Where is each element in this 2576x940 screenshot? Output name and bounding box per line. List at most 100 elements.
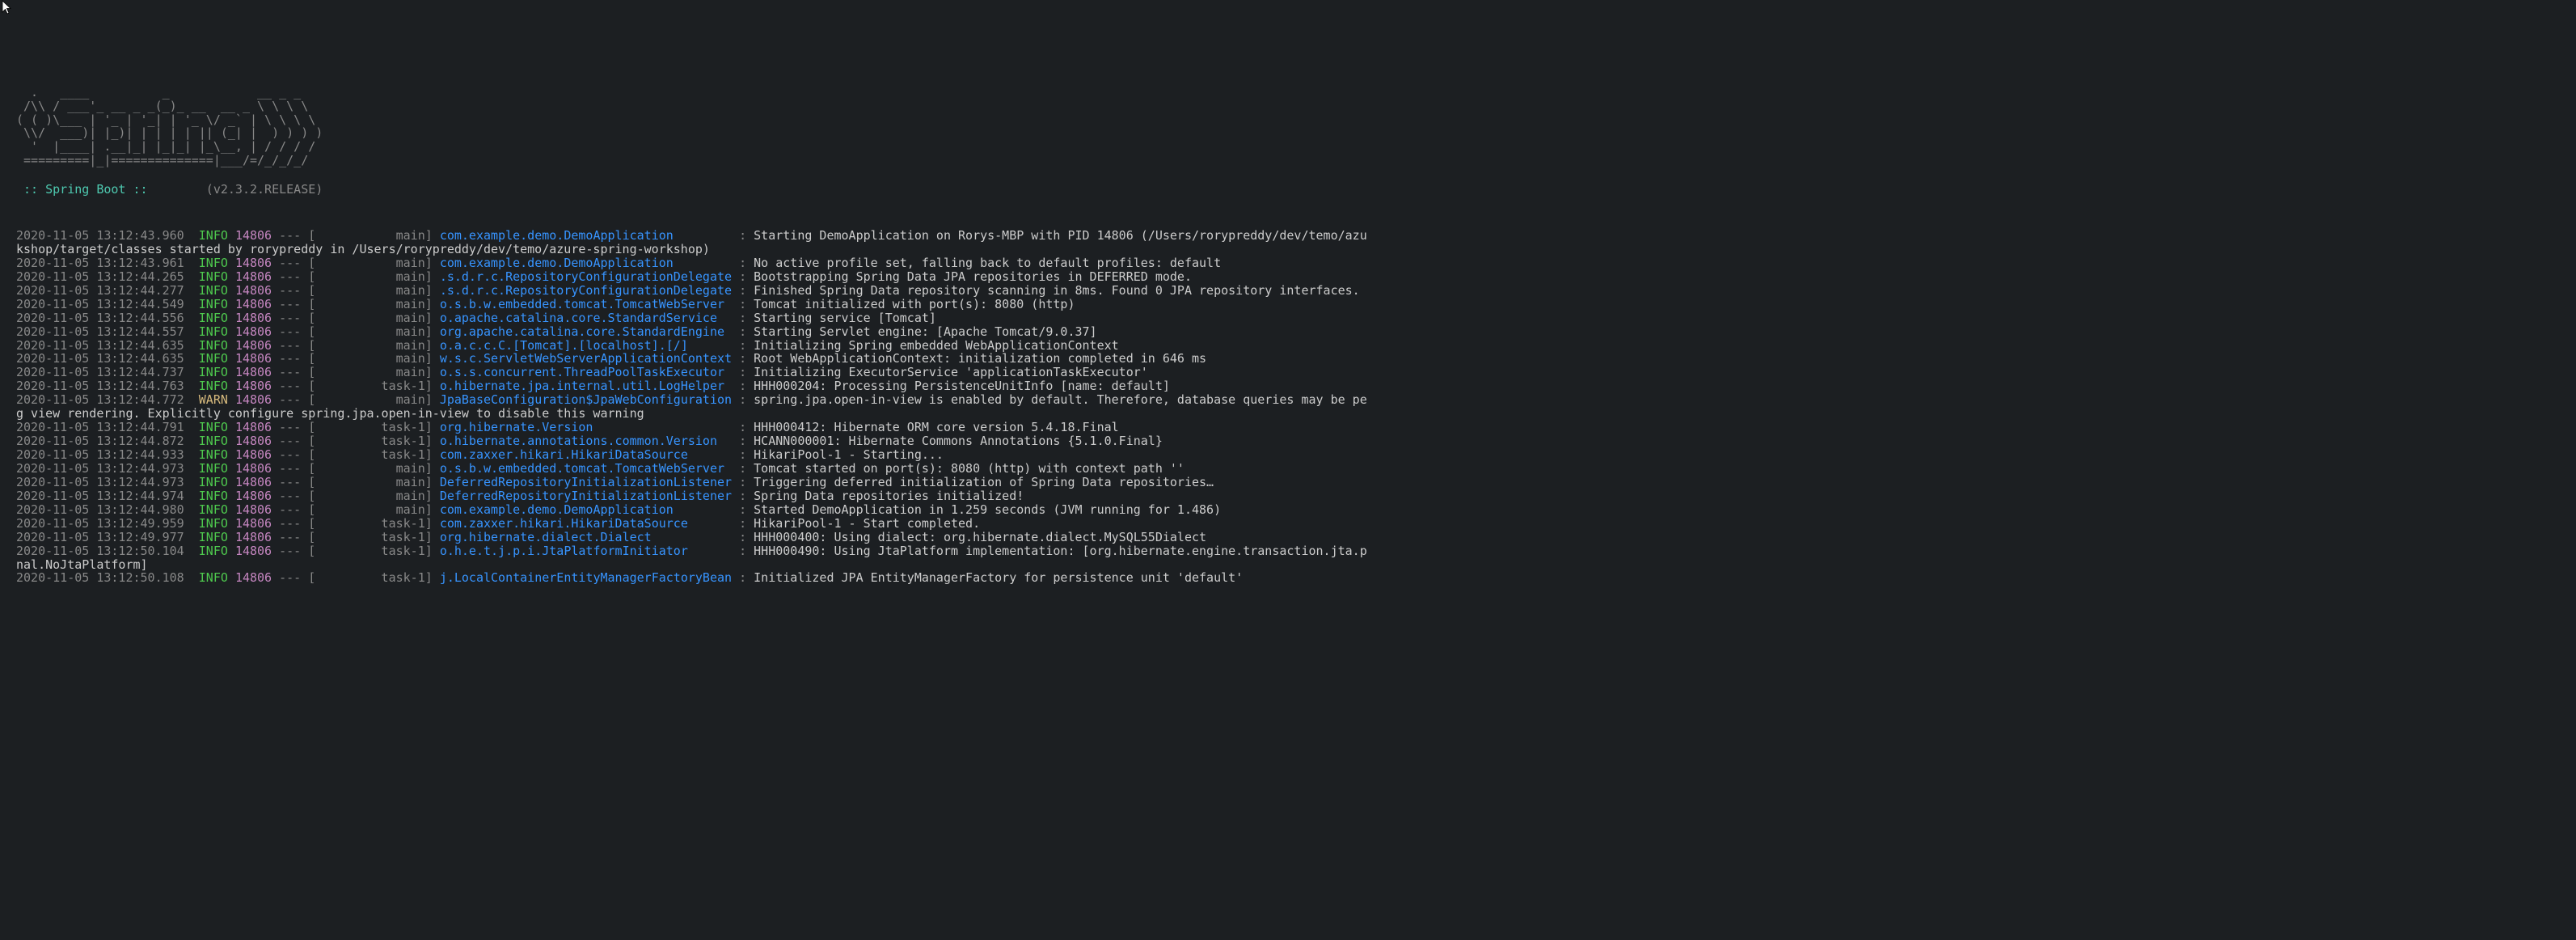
log-message: Tomcat initialized with port(s): 8080 (h… <box>754 297 1075 311</box>
log-message: Finished Spring Data repository scanning… <box>754 283 1360 298</box>
log-pid: 14806 <box>235 570 272 585</box>
log-level: INFO <box>199 297 235 311</box>
log-pid: 14806 <box>235 269 272 284</box>
log-pid: 14806 <box>235 447 272 462</box>
log-message: spring.jpa.open-in-view is enabled by de… <box>754 392 1367 407</box>
log-logger: DeferredRepositoryInitializationListener <box>440 489 732 503</box>
log-logger: o.s.b.w.embedded.tomcat.TomcatWebServer <box>440 297 732 311</box>
log-level: INFO <box>199 324 235 339</box>
log-message: Root WebApplicationContext: initializati… <box>754 351 1206 366</box>
log-level: INFO <box>199 351 235 366</box>
log-thread: [ task-1] <box>308 516 440 531</box>
mouse-cursor-icon <box>2 0 13 16</box>
log-logger: org.hibernate.Version <box>440 420 732 434</box>
log-line: 2020-11-05 13:12:44.557 INFO 14806 --- [… <box>16 325 2576 339</box>
log-logger: com.zaxxer.hikari.HikariDataSource <box>440 516 732 531</box>
log-timestamp: 2020-11-05 13:12:43.961 <box>16 256 199 270</box>
log-thread: [ main] <box>308 311 440 325</box>
log-timestamp: 2020-11-05 13:12:44.635 <box>16 338 199 353</box>
log-thread: [ main] <box>308 338 440 353</box>
log-pid: 14806 <box>235 420 272 434</box>
log-pid: 14806 <box>235 379 272 393</box>
log-message: Tomcat started on port(s): 8080 (http) w… <box>754 461 1185 476</box>
log-level: INFO <box>199 420 235 434</box>
log-message: Starting Servlet engine: [Apache Tomcat/… <box>754 324 1096 339</box>
log-logger: o.h.e.t.j.p.i.JtaPlatformInitiator <box>440 544 732 558</box>
log-thread: [ main] <box>308 324 440 339</box>
log-message: HHH000204: Processing PersistenceUnitInf… <box>754 379 1170 393</box>
log-pid: 14806 <box>235 297 272 311</box>
log-thread: [ task-1] <box>308 530 440 544</box>
log-pid: 14806 <box>235 544 272 558</box>
log-thread: [ main] <box>308 365 440 379</box>
log-level: INFO <box>199 269 235 284</box>
log-thread: [ main] <box>308 489 440 503</box>
log-line: 2020-11-05 13:12:44.772 WARN 14806 --- [… <box>16 393 2576 407</box>
log-timestamp: 2020-11-05 13:12:44.973 <box>16 461 199 476</box>
log-message: Bootstrapping Spring Data JPA repositori… <box>754 269 1192 284</box>
log-timestamp: 2020-11-05 13:12:49.977 <box>16 530 199 544</box>
log-pid: 14806 <box>235 475 272 489</box>
log-logger: o.hibernate.jpa.internal.util.LogHelper <box>440 379 732 393</box>
banner-version: (v2.3.2.RELEASE) <box>155 182 323 197</box>
log-timestamp: 2020-11-05 13:12:44.277 <box>16 283 199 298</box>
log-level: INFO <box>199 365 235 379</box>
log-level: INFO <box>199 475 235 489</box>
log-timestamp: 2020-11-05 13:12:44.557 <box>16 324 199 339</box>
log-logger: o.s.s.concurrent.ThreadPoolTaskExecutor <box>440 365 732 379</box>
log-thread: [ main] <box>308 351 440 366</box>
log-pid: 14806 <box>235 311 272 325</box>
log-timestamp: 2020-11-05 13:12:44.556 <box>16 311 199 325</box>
log-timestamp: 2020-11-05 13:12:43.960 <box>16 228 199 243</box>
log-logger: o.a.c.c.C.[Tomcat].[localhost].[/] <box>440 338 732 353</box>
log-level: INFO <box>199 461 235 476</box>
log-thread: [ task-1] <box>308 570 440 585</box>
log-logger: w.s.c.ServletWebServerApplicationContext <box>440 351 732 366</box>
log-logger: DeferredRepositoryInitializationListener <box>440 475 732 489</box>
log-timestamp: 2020-11-05 13:12:49.959 <box>16 516 199 531</box>
log-thread: [ task-1] <box>308 544 440 558</box>
log-message: No active profile set, falling back to d… <box>754 256 1221 270</box>
log-line: 2020-11-05 13:12:50.108 INFO 14806 --- [… <box>16 571 2576 585</box>
log-logger: com.example.demo.DemoApplication <box>440 256 732 270</box>
log-thread: [ task-1] <box>308 434 440 448</box>
log-thread: [ main] <box>308 392 440 407</box>
log-message: Initializing Spring embedded WebApplicat… <box>754 338 1119 353</box>
log-message: Initializing ExecutorService 'applicatio… <box>754 365 1148 379</box>
log-thread: [ main] <box>308 502 440 517</box>
log-level: INFO <box>199 338 235 353</box>
log-level: INFO <box>199 570 235 585</box>
log-logger: o.apache.catalina.core.StandardService <box>440 311 732 325</box>
log-line: 2020-11-05 13:12:44.973 INFO 14806 --- [… <box>16 462 2576 476</box>
log-level: INFO <box>199 447 235 462</box>
log-line: 2020-11-05 13:12:44.980 INFO 14806 --- [… <box>16 503 2576 517</box>
log-thread: [ main] <box>308 256 440 270</box>
log-thread: [ main] <box>308 461 440 476</box>
log-timestamp: 2020-11-05 13:12:44.549 <box>16 297 199 311</box>
log-line: 2020-11-05 13:12:44.265 INFO 14806 --- [… <box>16 270 2576 284</box>
log-message: HikariPool-1 - Start completed. <box>754 516 980 531</box>
log-line: 2020-11-05 13:12:49.977 INFO 14806 --- [… <box>16 531 2576 544</box>
log-line: 2020-11-05 13:12:44.635 INFO 14806 --- [… <box>16 339 2576 353</box>
log-line: 2020-11-05 13:12:44.556 INFO 14806 --- [… <box>16 311 2576 325</box>
log-level: INFO <box>199 516 235 531</box>
log-pid: 14806 <box>235 530 272 544</box>
log-message: Spring Data repositories initialized! <box>754 489 1024 503</box>
log-message: Starting DemoApplication on Rorys-MBP wi… <box>754 228 1367 243</box>
log-timestamp: 2020-11-05 13:12:44.973 <box>16 475 199 489</box>
log-timestamp: 2020-11-05 13:12:44.772 <box>16 392 199 407</box>
log-line: 2020-11-05 13:12:44.791 INFO 14806 --- [… <box>16 421 2576 434</box>
log-level: INFO <box>199 434 235 448</box>
log-timestamp: 2020-11-05 13:12:44.980 <box>16 502 199 517</box>
log-logger: o.hibernate.annotations.common.Version <box>440 434 732 448</box>
log-line: 2020-11-05 13:12:44.973 INFO 14806 --- [… <box>16 476 2576 489</box>
log-message: Triggering deferred initialization of Sp… <box>754 475 1214 489</box>
log-level: INFO <box>199 228 235 243</box>
log-pid: 14806 <box>235 338 272 353</box>
log-message: HikariPool-1 - Starting... <box>754 447 944 462</box>
log-message: HHH000412: Hibernate ORM core version 5.… <box>754 420 1119 434</box>
log-thread: [ main] <box>308 228 440 243</box>
log-pid: 14806 <box>235 434 272 448</box>
log-line: 2020-11-05 13:12:44.872 INFO 14806 --- [… <box>16 434 2576 448</box>
log-message: HCANN000001: Hibernate Commons Annotatio… <box>754 434 1163 448</box>
